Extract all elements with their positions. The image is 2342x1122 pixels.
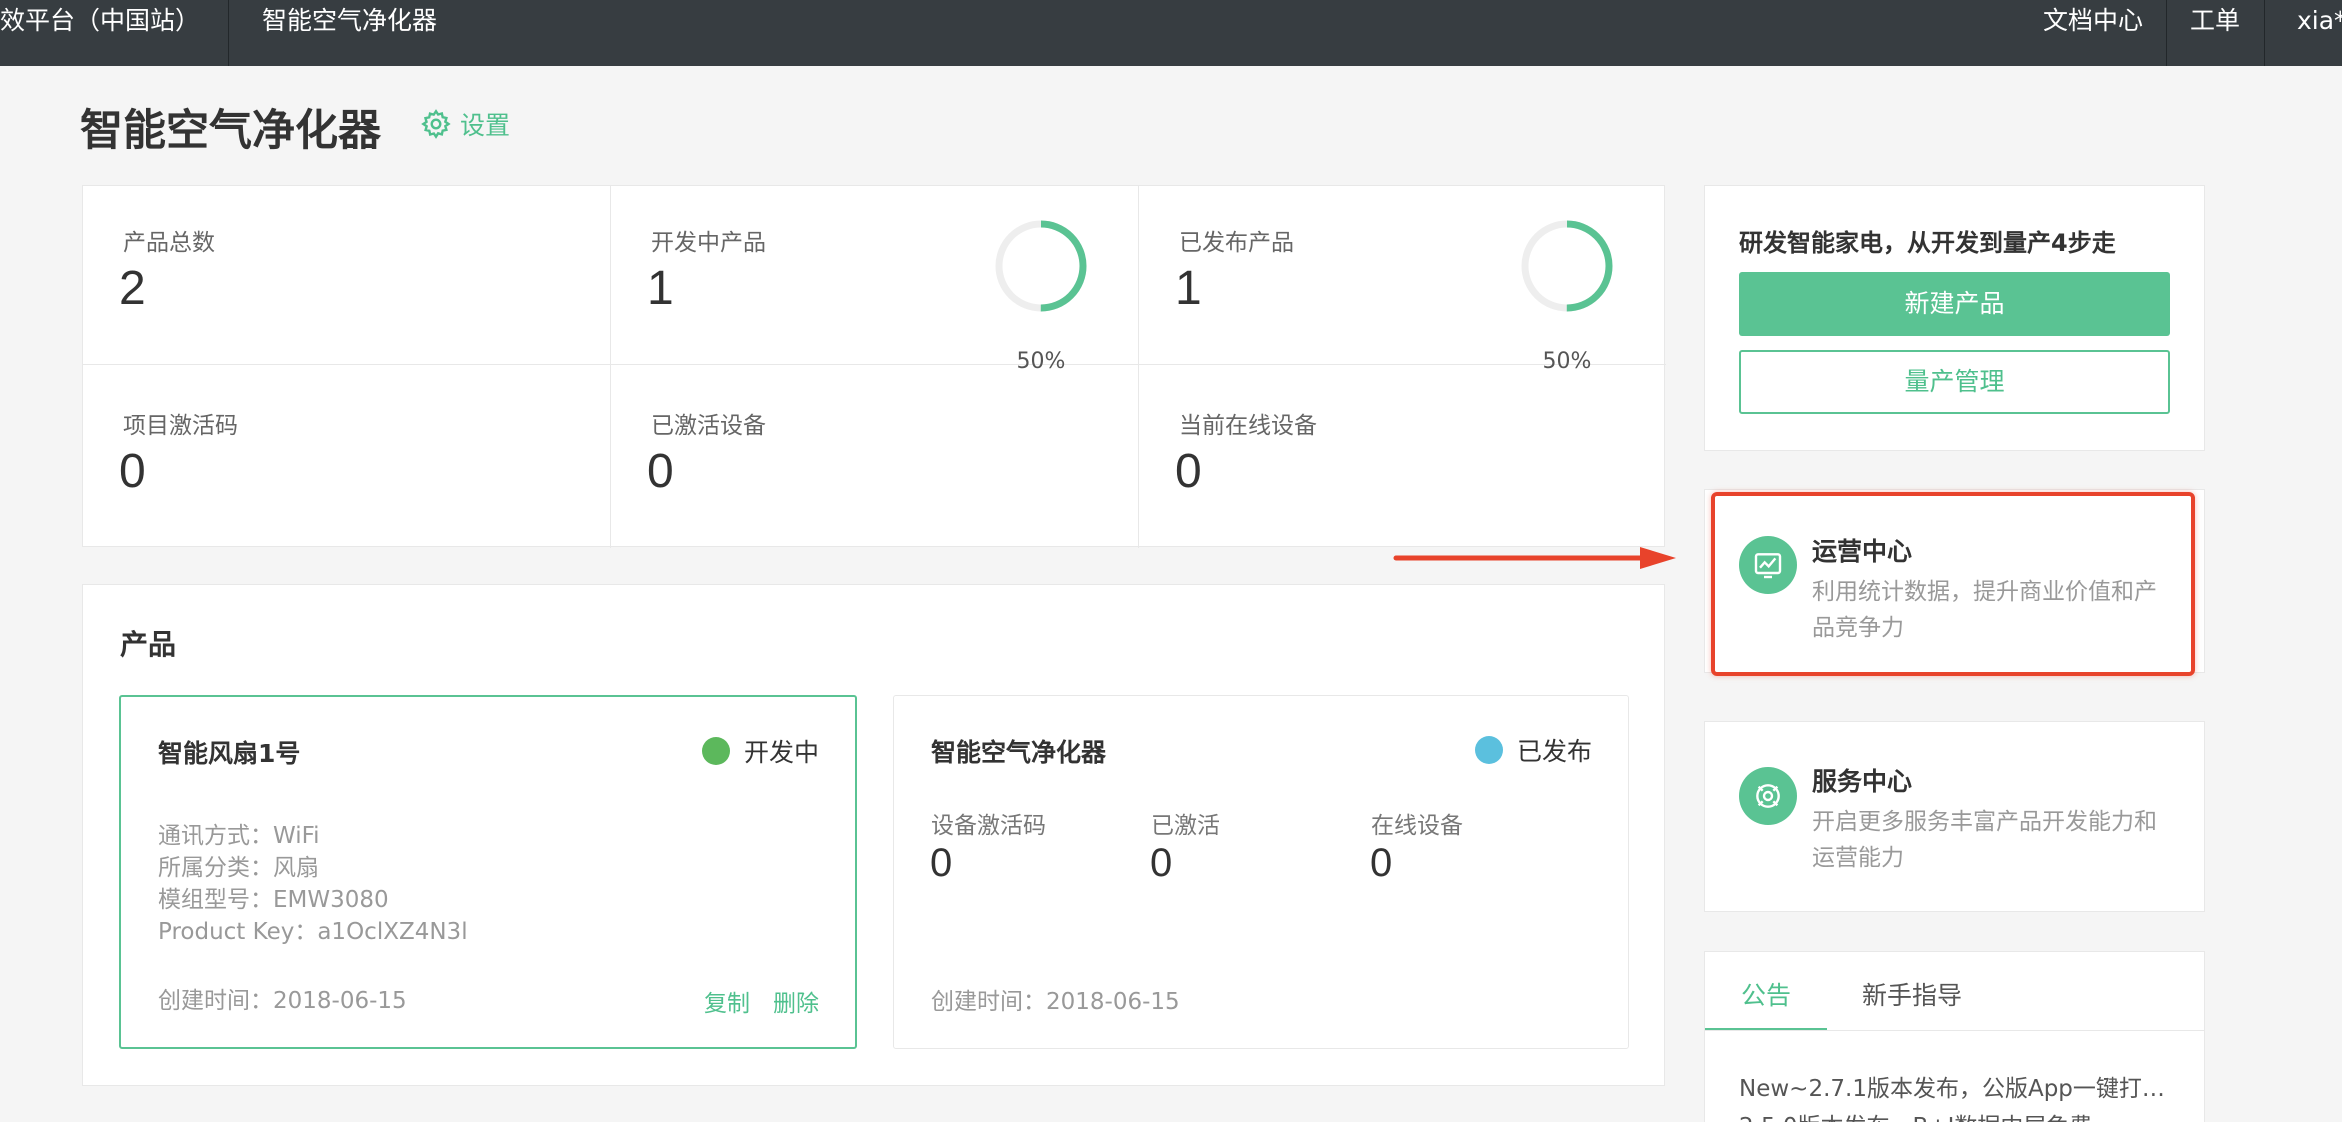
stat-value: 1 xyxy=(647,262,674,315)
stat-label: 当前在线设备 xyxy=(1179,413,1317,439)
section-title: 产品 xyxy=(120,628,177,661)
feature-desc: 开启更多服务丰富产品开发能力和运营能力 xyxy=(1812,809,2157,871)
info-line: 所属分类：风扇 xyxy=(158,855,319,881)
page-title: 智能空气净化器 xyxy=(80,106,381,156)
metric-label: 已激活 xyxy=(1151,813,1220,839)
announcement-item[interactable]: New~2.7.1版本发布，公版App一键打… xyxy=(1739,1069,2179,1103)
metric-label: 在线设备 xyxy=(1371,813,1463,839)
tab-announcements[interactable]: 公告 xyxy=(1741,976,1791,1012)
highlight-box xyxy=(1711,492,2195,676)
announcements-panel: 公告 新手指导 New~2.7.1版本发布，公版App一键打… 2.5.0版本发… xyxy=(1704,951,2205,1122)
new-product-button[interactable]: 新建产品 xyxy=(1739,272,2170,336)
info-line: 模组型号：EMW3080 xyxy=(158,887,389,913)
created-time: 创建时间：2018-06-15 xyxy=(931,989,1180,1015)
feature-title: 服务中心 xyxy=(1812,767,1913,796)
settings-label: 设置 xyxy=(460,111,511,140)
steps-panel: 研发智能家电，从开发到量产4步走 新建产品 量产管理 xyxy=(1704,185,2205,451)
user-menu[interactable]: xia* xyxy=(2297,0,2342,66)
status-dot-icon xyxy=(1474,736,1503,764)
divider xyxy=(1705,1030,2204,1031)
status-badge: 已发布 xyxy=(1474,732,1592,768)
progress-ring: 50% xyxy=(995,220,1087,374)
status-dot-icon xyxy=(701,737,730,765)
divider xyxy=(2264,0,2265,66)
delete-link[interactable]: 删除 xyxy=(773,984,819,1018)
tab-guide[interactable]: 新手指导 xyxy=(1862,976,1962,1012)
annotation-arrow-icon xyxy=(1393,547,1676,569)
divider xyxy=(83,364,1666,365)
service-center-card[interactable]: 服务中心 开启更多服务丰富产品开发能力和运营能力 xyxy=(1704,721,2205,912)
service-icon xyxy=(1739,767,1797,825)
info-line: 通讯方式：WiFi xyxy=(158,823,320,849)
divider xyxy=(2166,0,2167,66)
progress-percent: 50% xyxy=(1016,349,1066,374)
stat-label: 开发中产品 xyxy=(651,230,766,256)
steps-title: 研发智能家电，从开发到量产4步走 xyxy=(1739,229,2116,257)
settings-link[interactable]: 设置 xyxy=(420,106,510,142)
divider xyxy=(610,186,611,548)
stat-value: 0 xyxy=(647,445,674,498)
gear-icon xyxy=(421,109,451,139)
metric-value: 0 xyxy=(930,841,953,885)
mass-production-button[interactable]: 量产管理 xyxy=(1739,350,2170,414)
docs-link[interactable]: 文档中心 xyxy=(2043,0,2143,66)
stat-label: 项目激活码 xyxy=(123,413,238,439)
current-product-name[interactable]: 智能空气净化器 xyxy=(262,0,437,66)
product-card[interactable]: 智能空气净化器 已发布 设备激活码 0 已激活 0 在线设备 0 创建时间：20… xyxy=(893,695,1629,1049)
stat-label: 产品总数 xyxy=(123,230,215,256)
stat-value: 2 xyxy=(119,262,146,315)
progress-ring: 50% xyxy=(1521,220,1613,374)
stat-value: 1 xyxy=(1175,262,1202,315)
created-time: 创建时间：2018-06-15 xyxy=(158,988,407,1014)
status-text: 开发中 xyxy=(743,738,819,767)
platform-name[interactable]: 效平台（中国站） xyxy=(0,0,200,66)
divider xyxy=(228,0,229,66)
products-panel: 产品 智能风扇1号 开发中 通讯方式：WiFi 所属分类：风扇 模组型号：EMW… xyxy=(82,584,1665,1086)
status-text: 已发布 xyxy=(1516,737,1592,766)
product-name: 智能空气净化器 xyxy=(931,738,1107,767)
top-navbar: 效平台（中国站） 智能空气净化器 文档中心 工单 xia* xyxy=(0,0,2342,66)
stat-value: 0 xyxy=(1175,445,1202,498)
metric-value: 0 xyxy=(1150,841,1173,885)
copy-link[interactable]: 复制 xyxy=(704,984,750,1018)
stats-panel: 产品总数 2 开发中产品 1 50% 已发布产品 1 50% 项目激活码 0 已… xyxy=(82,185,1666,548)
announcement-item[interactable]: 2.5.0版本发布，B+I数据中层免费 xyxy=(1739,1107,2179,1122)
metric-value: 0 xyxy=(1370,841,1393,885)
product-name: 智能风扇1号 xyxy=(158,739,301,768)
stat-label: 已激活设备 xyxy=(651,413,766,439)
info-line: Product Key：a1OclXZ4N3l xyxy=(158,919,468,945)
stat-label: 已发布产品 xyxy=(1179,230,1294,256)
status-badge: 开发中 xyxy=(701,733,819,769)
divider xyxy=(1138,186,1139,548)
stat-value: 0 xyxy=(119,445,146,498)
metric-label: 设备激活码 xyxy=(931,813,1046,839)
product-card[interactable]: 智能风扇1号 开发中 通讯方式：WiFi 所属分类：风扇 模组型号：EMW308… xyxy=(119,695,857,1049)
progress-percent: 50% xyxy=(1542,349,1592,374)
ticket-link[interactable]: 工单 xyxy=(2190,0,2240,66)
